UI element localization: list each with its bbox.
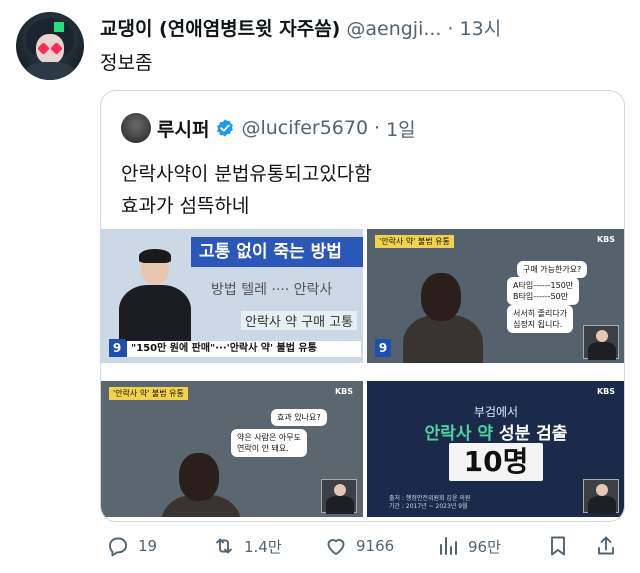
retweet-icon — [216, 538, 232, 554]
share-button[interactable] — [594, 528, 618, 564]
views-button[interactable]: 96만 — [436, 528, 501, 564]
action-bar: 19 1.4만 9166 96만 — [100, 528, 625, 564]
media-image-2[interactable]: '안락사 약' 불법 유통 KBS 구매 가능한가요? A타입------150… — [367, 229, 624, 363]
quoted-separator: · — [374, 117, 381, 139]
share-icon — [598, 536, 614, 555]
quoted-text-line1: 안락사약이 분법유통되고있다함 — [121, 163, 372, 185]
kbs-logo: KBS — [334, 387, 353, 396]
segment-tag: '안락사 약' 불법 유통 — [109, 387, 188, 400]
channel-badge: 9 — [109, 339, 125, 357]
chat-bubble-1: 효과 있나요? — [271, 409, 327, 426]
tweet-header: 교댕이 (연애염병트윗 자주씀) @aengji... · 13시 — [100, 14, 501, 41]
separator: · — [447, 18, 454, 40]
retweet-button[interactable]: 1.4만 — [212, 528, 282, 564]
view-count: 96만 — [468, 537, 501, 556]
quoted-timestamp[interactable]: 1일 — [386, 115, 416, 142]
news-ticker: "150만 원에 판매"···'안락사 약' 불법 유통 — [111, 341, 361, 357]
media-image-4[interactable]: KBS 부검에서 안락사 약 성분 검출 10명 출처 : 행정안전위원회 김윤… — [367, 381, 624, 517]
views-icon — [440, 537, 457, 555]
infographic-source: 출처 : 행정안전위원회 김윤 의원 기간 : 2017년 ~ 2023년 9월 — [389, 495, 471, 510]
quoted-text-line2: 효과가 섬뜩하네 — [121, 195, 250, 217]
kbs-logo: KBS — [596, 235, 615, 244]
person-silhouette — [161, 453, 241, 517]
like-count: 9166 — [356, 537, 395, 555]
screen-text-3: 안락사 약 구매 고통 — [241, 311, 358, 330]
person-silhouette — [403, 273, 483, 363]
sign-language-interpreter — [583, 325, 619, 360]
sign-language-interpreter — [583, 479, 619, 514]
infographic-headline: 안락사 약 성분 검출 — [424, 424, 568, 444]
verified-badge-icon — [217, 119, 234, 137]
bookmark-button[interactable] — [546, 528, 570, 564]
heart-icon — [327, 539, 345, 555]
segment-tag: '안락사 약' 불법 유통 — [375, 235, 454, 248]
like-button[interactable]: 9166 — [324, 528, 394, 564]
author-avatar[interactable] — [16, 12, 84, 80]
infographic-top: 부검에서 — [473, 405, 519, 419]
screen-text-2: 방법 텔레 ···· 안락사 — [211, 282, 333, 298]
timestamp[interactable]: 13시 — [460, 14, 502, 41]
infographic-number: 10명 — [449, 443, 543, 481]
bookmark-icon — [551, 536, 565, 556]
reply-button[interactable]: 19 — [106, 528, 157, 564]
chat-bubble-2: A타입------150만 B타입------50만 — [507, 277, 580, 305]
quoted-header: 루시퍼 @lucifer5670 · 1일 — [121, 113, 416, 143]
headline-band: 고통 없이 죽는 방법 — [191, 237, 363, 267]
quoted-handle[interactable]: @lucifer5670 — [241, 117, 368, 139]
reply-count: 19 — [138, 537, 158, 555]
chat-bubble-1: 구매 가능한가요? — [517, 261, 588, 278]
media-image-3[interactable]: '안락사 약' 불법 유통 KBS 효과 있나요? 약은 사람은 아무도 연락이… — [101, 381, 363, 517]
reply-icon — [109, 537, 127, 557]
quoted-tweet[interactable]: 루시퍼 @lucifer5670 · 1일 안락사약이 분법유통되고있다함 효과… — [100, 90, 625, 522]
media-image-1[interactable]: 고통 없이 죽는 방법 방법 텔레 ···· 안락사 안락사 약 구매 고통 "… — [101, 229, 363, 363]
chat-bubble-2: 약은 사람은 아무도 연락이 안 돼요. — [231, 429, 307, 457]
quoted-author-name[interactable]: 루시퍼 — [157, 115, 209, 142]
sign-language-interpreter — [321, 479, 357, 514]
chat-bubble-3: 서서히 졸리다가 심정지 됩니다. — [507, 305, 574, 333]
channel-badge: 9 — [375, 339, 391, 357]
tweet-text: 정보좀 — [100, 52, 153, 74]
news-anchor — [119, 249, 191, 347]
retweet-count: 1.4만 — [244, 537, 282, 556]
quoted-avatar[interactable] — [121, 113, 151, 143]
author-name[interactable]: 교댕이 (연애염병트윗 자주씀) — [100, 14, 340, 41]
author-handle[interactable]: @aengji... — [346, 18, 441, 40]
kbs-logo: KBS — [596, 387, 615, 396]
